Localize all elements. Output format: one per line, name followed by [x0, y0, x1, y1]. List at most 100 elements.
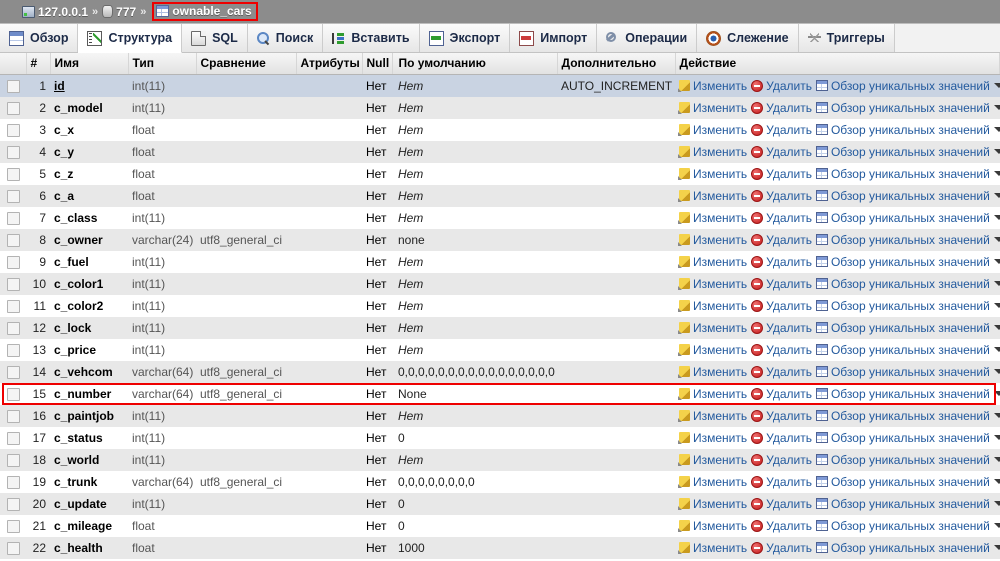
row-checkbox-cell[interactable]	[0, 492, 26, 515]
change-link[interactable]: Изменить	[679, 431, 747, 445]
browse-distinct-link[interactable]: Обзор уникальных значений	[815, 453, 990, 467]
row-checkbox-cell[interactable]	[0, 206, 26, 229]
drop-link[interactable]: Удалить	[751, 475, 812, 489]
table-row[interactable]: 14 c_vehcom varchar(64) utf8_general_ci Нет 0…	[0, 360, 1000, 383]
row-checkbox[interactable]	[6, 145, 20, 159]
tab-структура[interactable]: Структура	[78, 24, 183, 53]
drop-link[interactable]: Удалить	[751, 497, 812, 511]
more-link[interactable]: Ещё	[993, 79, 1000, 93]
table-row[interactable]: 20 c_update int(11) Нет 0 Изменить Удалить Обзо…	[0, 492, 1000, 515]
header-extra[interactable]: Дополнительно	[557, 53, 676, 75]
change-link[interactable]: Изменить	[679, 211, 747, 225]
more-link[interactable]: Ещё	[993, 409, 1000, 423]
row-checkbox-cell[interactable]	[0, 536, 26, 559]
browse-distinct-link[interactable]: Обзор уникальных значений	[815, 255, 990, 269]
table-row[interactable]: 13 c_price int(11) Нет Нет Изменить Удалить Обз…	[0, 338, 1000, 361]
change-link[interactable]: Изменить	[679, 475, 747, 489]
change-link[interactable]: Изменить	[679, 101, 747, 115]
table-row[interactable]: 15 c_number varchar(64) utf8_general_ci Нет N…	[0, 382, 1000, 405]
more-link[interactable]: Ещё	[993, 167, 1000, 181]
row-checkbox[interactable]	[6, 255, 20, 269]
browse-distinct-link[interactable]: Обзор уникальных значений	[815, 211, 990, 225]
header-select-all[interactable]	[0, 53, 27, 75]
breadcrumb-server[interactable]: 127.0.0.1	[22, 5, 88, 19]
drop-link[interactable]: Удалить	[751, 211, 812, 225]
more-link[interactable]: Ещё	[993, 189, 1000, 203]
change-link[interactable]: Изменить	[679, 167, 747, 181]
row-checkbox[interactable]	[6, 387, 20, 401]
drop-link[interactable]: Удалить	[751, 233, 812, 247]
table-row[interactable]: 10 c_color1 int(11) Нет Нет Изменить Удалить Об…	[0, 272, 1000, 295]
row-checkbox-cell[interactable]	[0, 316, 26, 339]
change-link[interactable]: Изменить	[679, 519, 747, 533]
row-checkbox[interactable]	[6, 277, 20, 291]
change-link[interactable]: Изменить	[679, 277, 747, 291]
change-link[interactable]: Изменить	[679, 79, 747, 93]
row-checkbox-cell[interactable]	[0, 448, 26, 471]
more-link[interactable]: Ещё	[993, 431, 1000, 445]
row-checkbox-cell[interactable]	[0, 470, 26, 493]
row-checkbox[interactable]	[6, 519, 20, 533]
browse-distinct-link[interactable]: Обзор уникальных значений	[815, 387, 990, 401]
drop-link[interactable]: Удалить	[751, 409, 812, 423]
header-null[interactable]: Null	[362, 53, 393, 75]
row-checkbox-cell[interactable]	[0, 404, 26, 427]
more-link[interactable]: Ещё	[993, 233, 1000, 247]
table-row[interactable]: 21 c_mileage float Нет 0 Изменить Удалить Обзор…	[0, 514, 1000, 537]
row-checkbox-cell[interactable]	[0, 74, 26, 97]
row-checkbox-cell[interactable]	[0, 382, 26, 405]
browse-distinct-link[interactable]: Обзор уникальных значений	[815, 475, 990, 489]
row-checkbox-cell[interactable]	[0, 294, 26, 317]
drop-link[interactable]: Удалить	[751, 541, 812, 555]
change-link[interactable]: Изменить	[679, 387, 747, 401]
more-link[interactable]: Ещё	[993, 211, 1000, 225]
row-checkbox-cell[interactable]	[0, 360, 26, 383]
more-link[interactable]: Ещё	[993, 321, 1000, 335]
browse-distinct-link[interactable]: Обзор уникальных значений	[815, 343, 990, 357]
more-link[interactable]: Ещё	[993, 453, 1000, 467]
tab-поиск[interactable]: Поиск	[247, 24, 324, 52]
more-link[interactable]: Ещё	[993, 277, 1000, 291]
row-checkbox[interactable]	[6, 211, 20, 225]
row-checkbox-cell[interactable]	[0, 184, 26, 207]
change-link[interactable]: Изменить	[679, 123, 747, 137]
change-link[interactable]: Изменить	[679, 365, 747, 379]
more-link[interactable]: Ещё	[993, 475, 1000, 489]
table-row[interactable]: 12 c_lock int(11) Нет Нет Изменить Удалить Обзо…	[0, 316, 1000, 339]
row-checkbox[interactable]	[6, 409, 20, 423]
more-link[interactable]: Ещё	[993, 145, 1000, 159]
row-checkbox-cell[interactable]	[0, 118, 26, 141]
drop-link[interactable]: Удалить	[751, 431, 812, 445]
browse-distinct-link[interactable]: Обзор уникальных значений	[815, 497, 990, 511]
row-checkbox-cell[interactable]	[0, 96, 26, 119]
drop-link[interactable]: Удалить	[751, 365, 812, 379]
tab-обзор[interactable]: Обзор	[0, 24, 79, 52]
table-row[interactable]: 6 c_a float Нет Нет Изменить Удалить Обзор уник…	[0, 184, 1000, 207]
drop-link[interactable]: Удалить	[751, 101, 812, 115]
change-link[interactable]: Изменить	[679, 343, 747, 357]
change-link[interactable]: Изменить	[679, 189, 747, 203]
more-link[interactable]: Ещё	[993, 387, 1000, 401]
more-link[interactable]: Ещё	[993, 519, 1000, 533]
table-row[interactable]: 1 id int(11) Нет Нет AUTO_INCREMENT Изменить Уд…	[0, 74, 1000, 97]
row-checkbox-cell[interactable]	[0, 514, 26, 537]
header-attributes[interactable]: Атрибуты	[296, 53, 363, 75]
breadcrumb-table[interactable]: ownable_cars	[152, 2, 258, 21]
table-row[interactable]: 4 c_y float Нет Нет Изменить Удалить Обзор уник…	[0, 140, 1000, 163]
browse-distinct-link[interactable]: Обзор уникальных значений	[815, 431, 990, 445]
more-link[interactable]: Ещё	[993, 255, 1000, 269]
table-row[interactable]: 9 c_fuel int(11) Нет Нет Изменить Удалить Обзор…	[0, 250, 1000, 273]
breadcrumb-database[interactable]: 777	[102, 5, 136, 19]
table-row[interactable]: 7 c_class int(11) Нет Нет Изменить Удалить Обзо…	[0, 206, 1000, 229]
change-link[interactable]: Изменить	[679, 233, 747, 247]
drop-link[interactable]: Удалить	[751, 453, 812, 467]
table-row[interactable]: 5 c_z float Нет Нет Изменить Удалить Обзор уник…	[0, 162, 1000, 185]
browse-distinct-link[interactable]: Обзор уникальных значений	[815, 321, 990, 335]
more-link[interactable]: Ещё	[993, 541, 1000, 555]
drop-link[interactable]: Удалить	[751, 123, 812, 137]
drop-link[interactable]: Удалить	[751, 343, 812, 357]
table-row[interactable]: 16 c_paintjob int(11) Нет Нет Изменить Удалить…	[0, 404, 1000, 427]
tab-операции[interactable]: Операции	[597, 24, 698, 52]
row-checkbox[interactable]	[6, 123, 20, 137]
row-checkbox[interactable]	[6, 79, 20, 93]
